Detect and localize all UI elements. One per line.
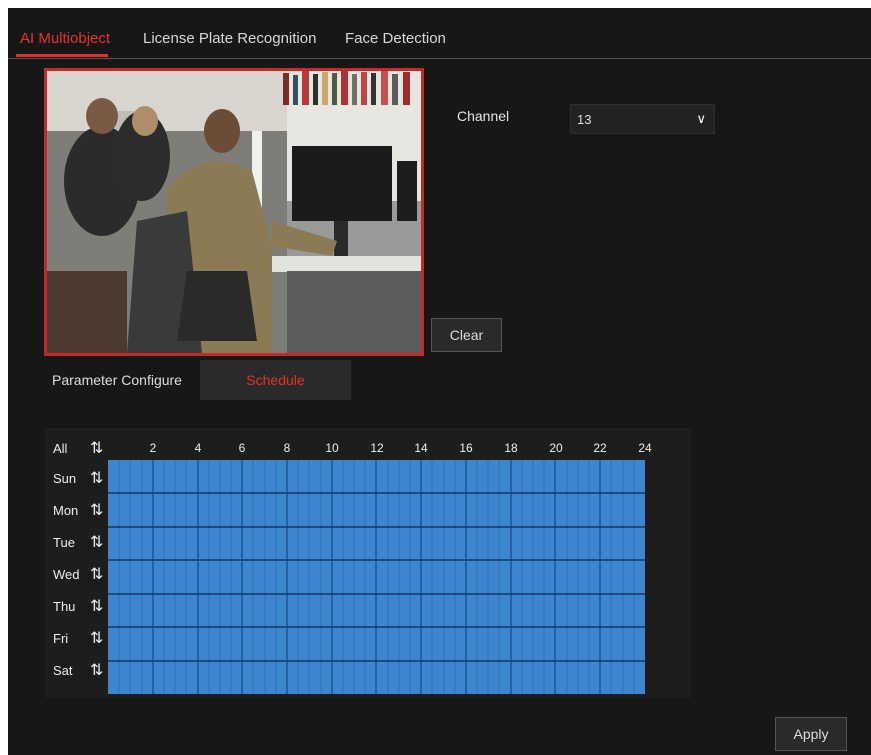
hour-label: 2: [149, 441, 157, 455]
hour-label: 24: [638, 441, 652, 455]
refresh-icon[interactable]: ⇅: [90, 628, 103, 648]
hour-label: 4: [194, 441, 202, 455]
tab-face-detection[interactable]: Face Detection: [345, 30, 446, 47]
channel-select[interactable]: 13 ∨: [570, 104, 715, 134]
hour-label: 18: [504, 441, 518, 455]
hour-label: 20: [549, 441, 563, 455]
day-label: Sat: [53, 663, 73, 678]
subtab-parameter-configure[interactable]: Parameter Configure: [46, 360, 188, 400]
day-label: Sun: [53, 471, 77, 486]
hour-label: 12: [370, 441, 384, 455]
tab-ai-multiobject[interactable]: AI Multiobject: [20, 30, 110, 47]
refresh-icon[interactable]: ⇅: [90, 532, 103, 552]
refresh-icon[interactable]: ⇅: [90, 596, 103, 616]
schedule-grid[interactable]: [108, 460, 645, 694]
day-label: Wed: [53, 567, 80, 582]
app-window: AI Multiobject License Plate Recognition…: [8, 8, 871, 755]
video-preview[interactable]: [44, 68, 424, 356]
active-tab-indicator: [16, 54, 108, 57]
day-label: Thu: [53, 599, 76, 614]
tab-license-plate-recognition[interactable]: License Plate Recognition: [143, 30, 316, 47]
refresh-icon[interactable]: ⇅: [90, 468, 103, 488]
hour-label: 10: [325, 441, 339, 455]
chevron-down-icon: ∨: [696, 111, 706, 126]
schedule-grid-lines: [108, 460, 645, 694]
hour-label: 6: [238, 441, 246, 455]
refresh-icon[interactable]: ⇅: [90, 500, 103, 520]
day-label: Mon: [53, 503, 79, 518]
refresh-icon[interactable]: ⇅: [90, 438, 103, 458]
channel-label: Channel: [457, 108, 510, 124]
hour-label: 8: [283, 441, 291, 455]
hour-label: 14: [414, 441, 428, 455]
camera-image: [47, 71, 421, 353]
refresh-icon[interactable]: ⇅: [90, 660, 103, 680]
refresh-icon[interactable]: ⇅: [90, 564, 103, 584]
hour-label: 16: [459, 441, 473, 455]
apply-button[interactable]: Apply: [775, 717, 847, 751]
channel-value: 13: [577, 112, 592, 127]
clear-button[interactable]: Clear: [431, 318, 502, 352]
day-label: Fri: [53, 631, 69, 646]
all-label: All: [53, 441, 68, 456]
schedule-panel: All ⇅ Sun ⇅ Mon ⇅ Tue ⇅ Wed ⇅ Thu ⇅ Fri …: [45, 428, 691, 698]
hour-label: 22: [593, 441, 607, 455]
subtab-schedule[interactable]: Schedule: [200, 360, 351, 400]
tab-bar: AI Multiobject License Plate Recognition…: [8, 8, 871, 59]
day-label: Tue: [53, 535, 75, 550]
